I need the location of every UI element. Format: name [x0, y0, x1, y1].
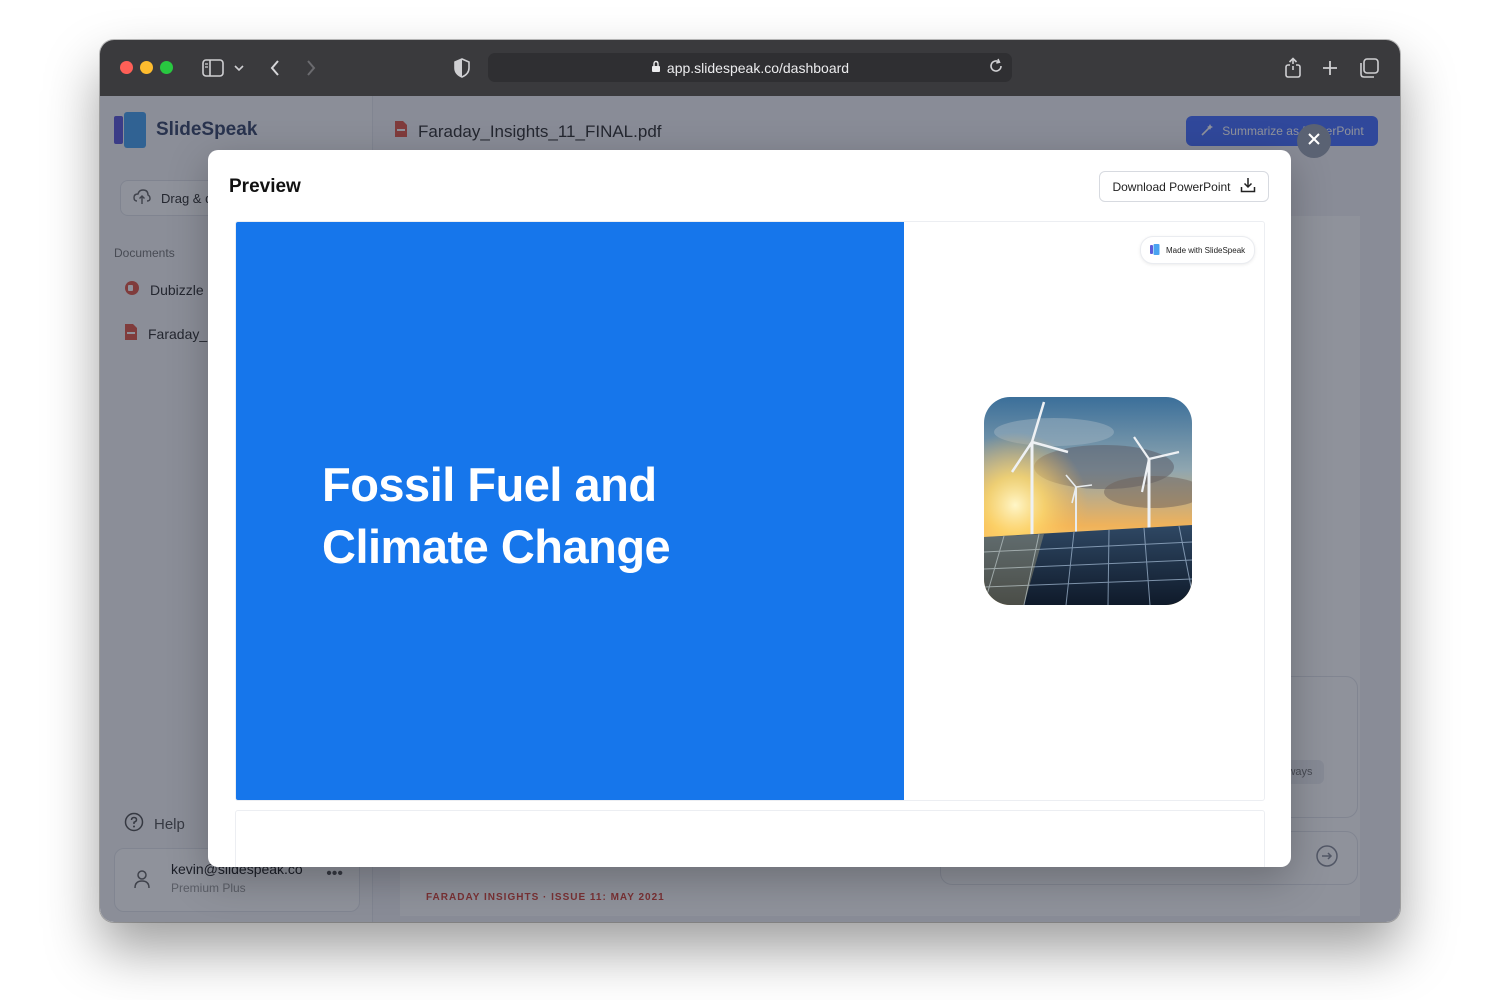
download-icon: [1240, 177, 1256, 196]
download-label: Download PowerPoint: [1112, 179, 1231, 194]
forward-icon[interactable]: [302, 56, 320, 80]
browser-toolbar: app.slidespeak.co/dashboard: [100, 40, 1400, 97]
new-tab-icon[interactable]: [1320, 56, 1340, 80]
download-powerpoint-button[interactable]: Download PowerPoint: [1099, 171, 1269, 202]
minimize-window-button[interactable]: [140, 61, 153, 74]
slide-title: Fossil Fuel and Climate Change: [322, 458, 671, 573]
share-icon[interactable]: [1282, 56, 1304, 80]
slide-preview-next: [235, 810, 1265, 867]
tab-overview-icon[interactable]: [1358, 56, 1380, 80]
address-bar[interactable]: app.slidespeak.co/dashboard: [488, 53, 1012, 82]
made-with-badge: Made with SlideSpeak: [1140, 236, 1256, 264]
modal-title: Preview: [229, 176, 301, 197]
close-icon: [1307, 132, 1321, 151]
url-text: app.slidespeak.co/dashboard: [666, 59, 850, 76]
chevron-down-icon[interactable]: [232, 56, 246, 80]
slide-blue-panel: Fossil Fuel and Climate Change: [236, 222, 904, 800]
wind-turbine-solar-image: [984, 397, 1192, 605]
zoom-window-button[interactable]: [160, 61, 173, 74]
shield-icon[interactable]: [452, 56, 472, 80]
made-with-label: Made with SlideSpeak: [1166, 245, 1246, 255]
close-modal-button[interactable]: [1297, 124, 1331, 158]
lock-icon: [651, 60, 661, 76]
reload-icon[interactable]: [988, 58, 1004, 77]
back-icon[interactable]: [266, 56, 284, 80]
close-window-button[interactable]: [120, 61, 133, 74]
slide-preview: Fossil Fuel and Climate Change Made with…: [235, 221, 1265, 801]
preview-modal: Preview Download PowerPoint Fossil Fuel …: [208, 150, 1291, 867]
sidebar-toggle-icon[interactable]: [200, 56, 226, 80]
slidespeak-logo-icon: [1150, 243, 1160, 257]
